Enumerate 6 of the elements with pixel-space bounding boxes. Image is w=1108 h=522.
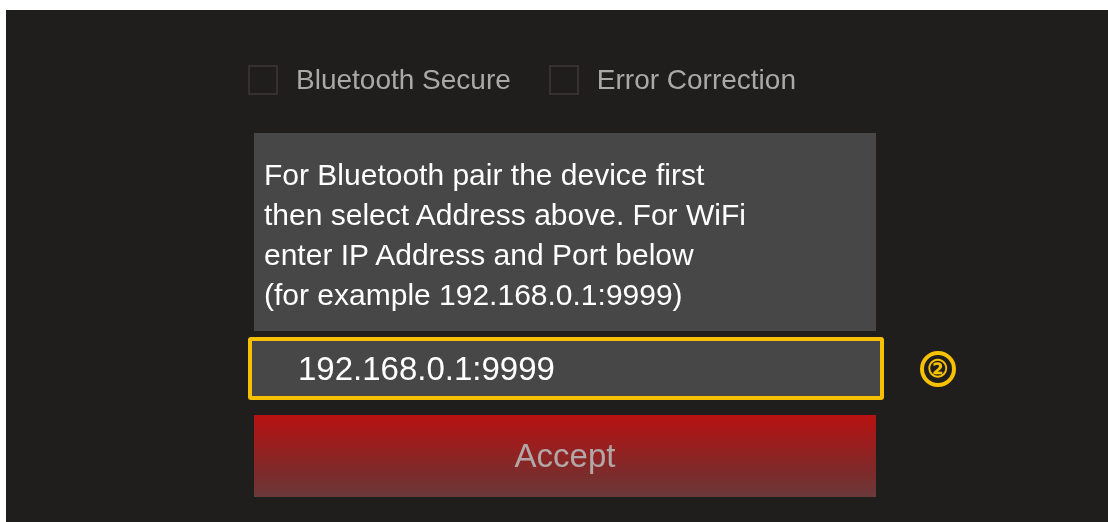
address-field[interactable]: 192.168.0.1:9999 xyxy=(248,337,884,400)
info-text: For Bluetooth pair the device first then select Address above. For WiFi enter IP Address and Port below (for example 192.168.0.1:9999) xyxy=(254,133,876,331)
checkbox-label: Error Correction xyxy=(596,64,796,96)
checkbox-label: Bluetooth Secure xyxy=(296,64,511,96)
accept-button[interactable]: Accept xyxy=(254,415,876,497)
step-marker: ② xyxy=(920,350,956,387)
